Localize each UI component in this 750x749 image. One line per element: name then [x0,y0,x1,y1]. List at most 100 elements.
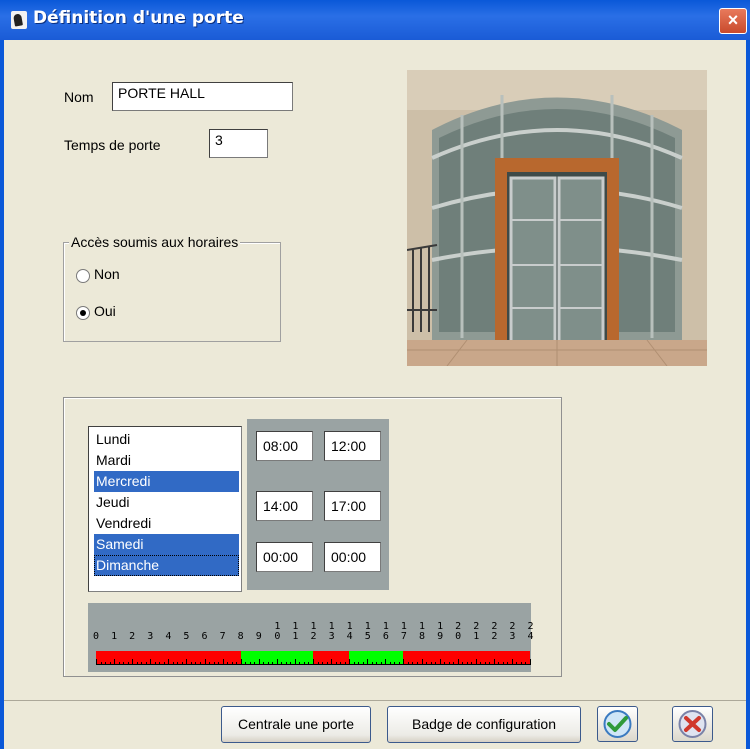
timeline-tick [96,659,97,665]
timeline-tick [363,662,364,665]
days-listbox[interactable]: Lundi Mardi Mercredi Jeudi Vendredi Same… [88,426,242,592]
timeline-tick [426,662,427,665]
list-item-vendredi[interactable]: Vendredi [94,513,239,534]
timeline-tick [318,662,319,665]
slot1-start-input[interactable]: 08:00 [256,431,313,461]
timeline-tick [408,662,409,665]
timeline-tick [376,662,377,665]
timeline-tick [159,662,160,665]
cancel-button[interactable] [672,706,713,742]
list-item-jeudi[interactable]: Jeudi [94,492,239,513]
timeline-hour-label: 4 [165,631,172,642]
timeline-hour-label: 20 [455,621,462,642]
timeline-tick [358,662,359,665]
timeline-tick [137,662,138,665]
access-groupbox [63,242,281,342]
radio-non[interactable] [76,269,90,283]
access-group-legend: Accès soumis aux horaires [69,234,241,250]
timeline-tick [412,662,413,665]
timeline-tick [241,659,242,665]
timeline-tick [367,659,368,665]
slot2-start-input[interactable]: 14:00 [256,491,313,521]
timeline-hour-label: 9 [255,631,262,642]
timeline-tick [489,662,490,665]
cancel-icon [678,710,707,738]
timeline-tick [110,662,111,665]
timeline-tick [390,662,391,665]
temps-input[interactable]: 3 [209,129,268,158]
app-icon [11,11,27,29]
timeline-tick [223,659,224,665]
slot2-end-input[interactable]: 17:00 [324,491,381,521]
slot1-end-input[interactable]: 12:00 [324,431,381,461]
radio-oui-label[interactable]: Oui [94,303,116,319]
timeline-tick [381,662,382,665]
timeline-tick [177,662,178,665]
timeline-tick [191,662,192,665]
timeline-tick [507,662,508,665]
timeline-tick [435,662,436,665]
timeline-hour-label: 18 [418,621,426,642]
timeline-tick [471,662,472,665]
radio-oui[interactable] [76,306,90,320]
timeline-tick [449,662,450,665]
timeline-tick [494,659,495,665]
slot3-end-input[interactable]: 00:00 [324,542,381,572]
timeline-tick [431,662,432,665]
timeline-tick [336,662,337,665]
slot3-start-input[interactable]: 00:00 [256,542,313,572]
check-icon [603,710,632,738]
timeline-tick [313,659,314,665]
timeline-hour-label: 12 [310,621,317,642]
timeline-tick [205,659,206,665]
timeline-hour-label: 16 [382,621,389,642]
close-button[interactable]: × [719,8,747,34]
timeline-tick [476,659,477,665]
timeline-tick [114,659,115,665]
window-frame-right [746,40,750,749]
nom-input[interactable]: PORTE HALL [112,82,293,111]
timeline-tick [403,659,404,665]
timeline-tick [530,659,531,665]
ok-button[interactable] [597,706,638,742]
timeline-tick [512,659,513,665]
timeline-tick [327,662,328,665]
timeline-tick [331,659,332,665]
timeline-tick [218,662,219,665]
timeline-hour-label: 2 [129,631,136,642]
timeline-tick [498,662,499,665]
timeline-tick [345,662,346,665]
timeline-hour-label: 23 [509,621,516,642]
badge-configuration-button[interactable]: Badge de configuration [387,706,581,743]
list-item-mercredi[interactable]: Mercredi [94,471,239,492]
timeline-tick [250,662,251,665]
timeline-hour-label: 21 [473,621,480,642]
timeline-tick [385,659,386,665]
timeline-tick [304,662,305,665]
timeline-hour-label: 24 [527,621,534,642]
timeline-tick [245,662,246,665]
timeline-tick [214,662,215,665]
window-title: Définition d'une porte [33,8,244,28]
timeline-tick [150,659,151,665]
timeline-tick [263,662,264,665]
centrale-porte-button[interactable]: Centrale une porte [221,706,371,743]
timeline-tick [417,662,418,665]
timeline-tick [299,662,300,665]
window-frame-left [0,40,4,749]
timeline-hour-label: 17 [400,621,407,642]
timeline-tick [308,662,309,665]
list-item-dimanche[interactable]: Dimanche [94,555,239,576]
list-item-mardi[interactable]: Mardi [94,450,239,471]
timeline-tick [277,659,278,665]
timeline-tick [164,662,165,665]
radio-non-label[interactable]: Non [94,266,120,282]
list-item-samedi[interactable]: Samedi [94,534,239,555]
timeline-hour-label: 0 [92,631,100,642]
timeline-tick [141,662,142,665]
timeline-tick [462,662,463,665]
list-item-lundi[interactable]: Lundi [94,429,239,450]
timeline-tick [286,662,287,665]
timeline-hour-label: 5 [183,631,190,642]
timeline-tick [467,662,468,665]
